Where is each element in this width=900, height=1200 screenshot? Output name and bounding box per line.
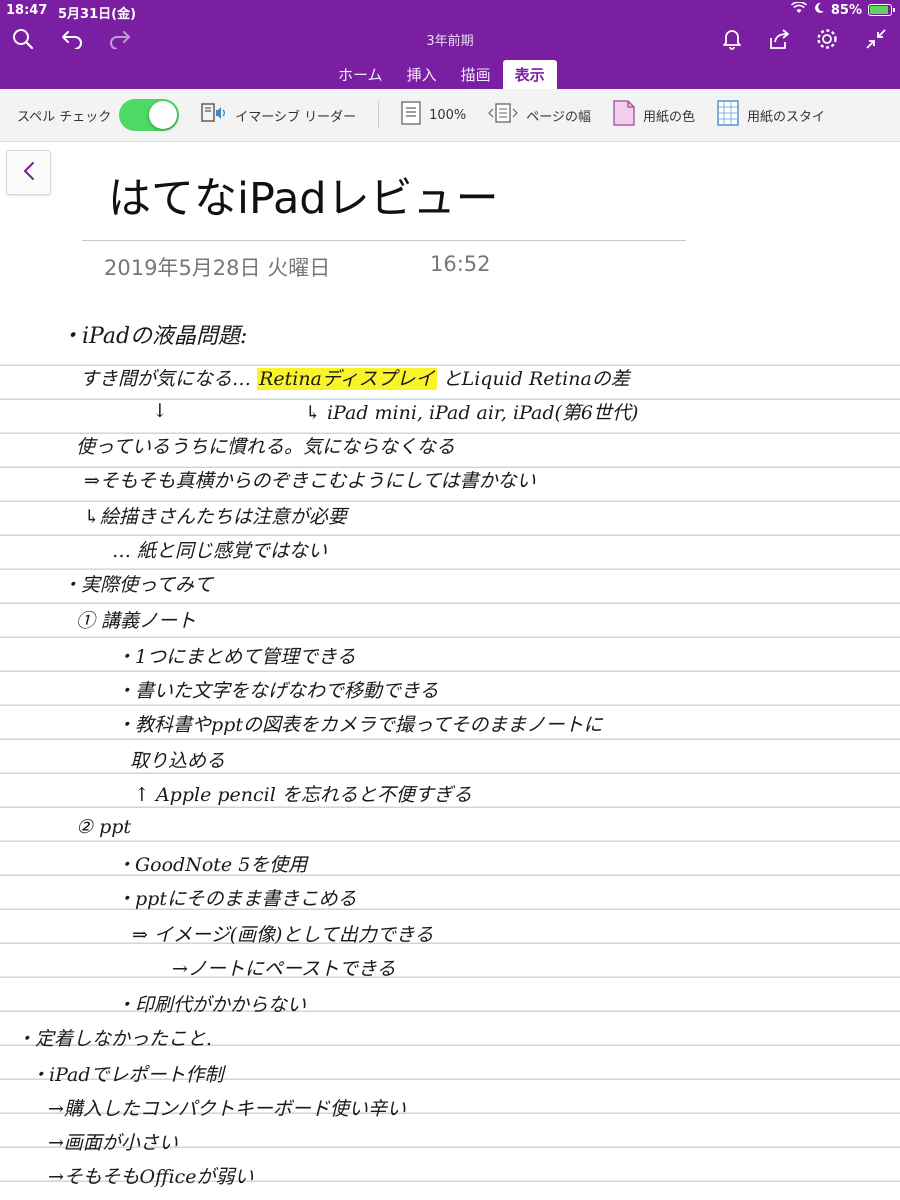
view-ribbon: スペル チェック イマーシブ リーダー 100% ページの幅 用紙の色 用紙のス… bbox=[0, 89, 900, 142]
ribbon-tabs: ホーム 挿入 描画 表示 bbox=[326, 60, 557, 89]
immersive-reader-icon bbox=[201, 102, 227, 128]
zoom-button[interactable]: 100% bbox=[401, 101, 466, 129]
moon-icon bbox=[813, 2, 825, 18]
tab-home[interactable]: ホーム bbox=[326, 60, 395, 89]
battery-icon bbox=[868, 4, 895, 16]
note-line: →ノートにペーストできる bbox=[172, 958, 396, 980]
status-time: 18:47 bbox=[6, 3, 48, 18]
note-line: ⇒ イメージ(画像)として出力できる bbox=[132, 924, 434, 946]
note-line: ・定着しなかったこと. bbox=[16, 1028, 213, 1050]
note-line: ・教科書やpptの図表をカメラで撮ってそのままノートに bbox=[116, 714, 603, 736]
note-line: ・pptにそのまま書きこめる bbox=[116, 888, 357, 910]
note-line: … 紙と同じ感覚ではない bbox=[112, 540, 328, 562]
zoom-label: 100% bbox=[429, 107, 467, 123]
note-text: すき間が気になる… bbox=[80, 368, 252, 390]
page-width-button[interactable]: ページの幅 bbox=[488, 102, 591, 128]
back-button[interactable] bbox=[6, 150, 51, 195]
note-line: ・iPadでレポート作制 bbox=[30, 1064, 224, 1086]
note-line: ・印刷代がかからない bbox=[116, 994, 307, 1016]
paper-style-label: 用紙のスタイ bbox=[747, 109, 826, 125]
highlighted-text: Retinaディスプレイ bbox=[257, 368, 437, 390]
note-line: ↓ bbox=[152, 400, 168, 422]
note-line: ↳ iPad mini, iPad air, iPad(第6世代) bbox=[305, 402, 639, 424]
note-line: →画面が小さい bbox=[48, 1132, 178, 1154]
spell-check-control: スペル チェック bbox=[17, 99, 180, 131]
back-chevron-icon bbox=[23, 161, 35, 185]
wifi-icon bbox=[790, 1, 807, 18]
gear-icon[interactable] bbox=[812, 25, 842, 53]
page-time: 16:52 bbox=[430, 252, 491, 276]
ribbon-divider bbox=[378, 101, 380, 129]
paper-color-button[interactable]: 用紙の色 bbox=[613, 100, 695, 130]
spell-check-label: スペル チェック bbox=[17, 109, 112, 125]
bell-icon[interactable] bbox=[717, 25, 747, 53]
note-line: ・iPadの液晶問題: bbox=[60, 324, 248, 349]
note-line: ・1つにまとめて管理できる bbox=[116, 646, 356, 668]
tab-draw[interactable]: 描画 bbox=[449, 60, 503, 89]
note-line: 使っているうちに慣れる。気にならなくなる bbox=[76, 436, 456, 458]
note-line: ① 講義ノート bbox=[76, 610, 197, 632]
note-line: ・書いた文字をなげなわで移動できる bbox=[116, 680, 439, 702]
status-date: 5月31日(金) bbox=[58, 7, 137, 22]
paper-color-label: 用紙の色 bbox=[643, 109, 696, 125]
immersive-reader-label: イマーシブ リーダー bbox=[235, 109, 357, 125]
note-line: 取り込める bbox=[130, 750, 226, 772]
status-indicators: 85% bbox=[790, 1, 895, 18]
note-line: ↳絵描きさんたちは注意が必要 bbox=[84, 506, 347, 528]
page-title[interactable]: はてなiPadレビュー bbox=[108, 164, 499, 226]
battery-percent: 85% bbox=[830, 2, 862, 18]
page-width-icon bbox=[488, 102, 519, 128]
page-date: 2019年5月28日 火曜日 bbox=[104, 256, 331, 280]
immersive-reader-button[interactable]: イマーシブ リーダー bbox=[201, 102, 356, 128]
page-width-label: ページの幅 bbox=[526, 109, 592, 125]
spell-check-toggle[interactable] bbox=[119, 99, 180, 131]
note-page: はてなiPadレビュー 2019年5月28日 火曜日 16:52 ・iPadの液… bbox=[0, 142, 900, 1200]
note-line: ↑ Apple pencil を忘れると不便すぎる bbox=[134, 784, 472, 806]
zoom-page-icon bbox=[401, 101, 421, 129]
note-line: →そもそもOfficeが弱い bbox=[48, 1166, 254, 1188]
note-line: ② ppt bbox=[76, 816, 132, 838]
note-line: すき間が気になる… Retinaディスプレイ とLiquid Retinaの差 bbox=[80, 364, 630, 391]
share-icon[interactable] bbox=[764, 25, 794, 53]
note-line: ・実際使ってみて bbox=[62, 574, 214, 596]
collapse-icon[interactable] bbox=[861, 25, 891, 53]
paper-style-icon bbox=[717, 100, 739, 130]
note-line: ・GoodNote 5を使用 bbox=[116, 854, 308, 876]
note-line: ⇒そもそも真横からのぞきこむようにしては書かない bbox=[84, 470, 536, 492]
paper-color-icon bbox=[613, 100, 635, 130]
title-divider bbox=[82, 240, 686, 241]
tab-insert[interactable]: 挿入 bbox=[395, 60, 449, 89]
note-line: →購入したコンパクトキーボード使い辛い bbox=[48, 1098, 406, 1120]
paper-style-button[interactable]: 用紙のスタイ bbox=[717, 100, 825, 130]
tab-view[interactable]: 表示 bbox=[502, 60, 557, 89]
app-header: 18:47 5月31日(金) 85% 3年前期 ホーム 挿入 描画 表示 bbox=[0, 0, 900, 89]
note-text: とLiquid Retinaの差 bbox=[442, 368, 630, 390]
